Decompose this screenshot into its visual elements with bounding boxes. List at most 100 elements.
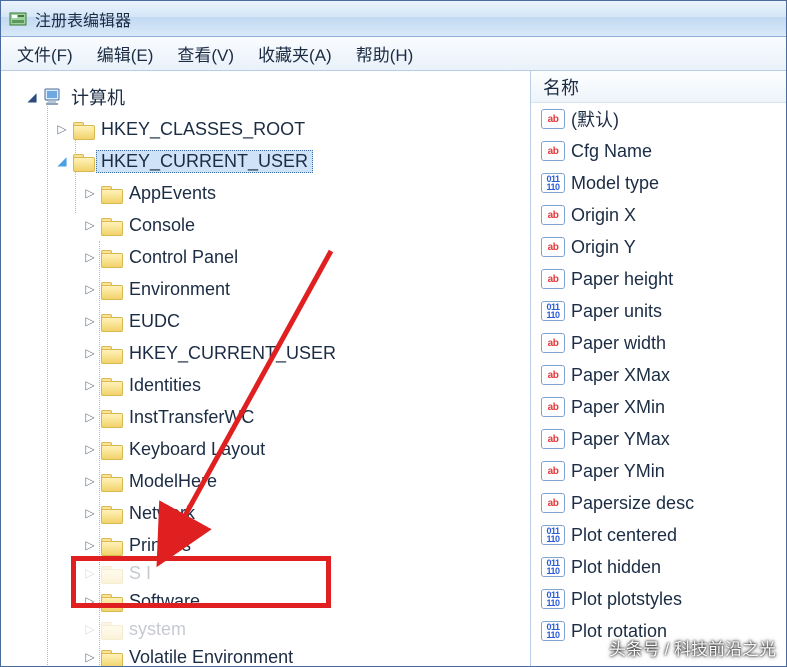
values-panel[interactable]: 名称 ab(默认)abCfg Name011 110Model typeabOr… xyxy=(531,71,786,666)
expander-icon[interactable]: ▷ xyxy=(83,442,97,456)
string-value-icon: ab xyxy=(541,461,565,481)
value-name: Origin X xyxy=(571,205,636,226)
value-row[interactable]: abCfg Name xyxy=(531,135,786,167)
value-row[interactable]: abOrigin Y xyxy=(531,231,786,263)
value-row[interactable]: abPapersize desc xyxy=(531,487,786,519)
value-row[interactable]: abPaper YMax xyxy=(531,423,786,455)
folder-icon xyxy=(101,312,123,330)
tree-root[interactable]: ◢ 计算机 xyxy=(1,81,530,113)
expander-icon[interactable]: ▷ xyxy=(83,186,97,200)
tree-child[interactable]: ▷Volatile Environment xyxy=(1,641,530,666)
value-row[interactable]: abPaper XMax xyxy=(531,359,786,391)
tree-child[interactable]: ▷Network xyxy=(1,497,530,529)
tree-child[interactable]: ▷AppEvents xyxy=(1,177,530,209)
tree-label: InstTransferWC xyxy=(129,407,254,428)
expander-icon[interactable]: ▷ xyxy=(83,506,97,520)
tree-child[interactable]: ▷ HKEY_CURRENT_USER xyxy=(1,337,530,369)
value-row[interactable]: 011 110Plot hidden xyxy=(531,551,786,583)
menu-favorites[interactable]: 收藏夹(A) xyxy=(248,37,342,70)
value-row[interactable]: abPaper YMin xyxy=(531,455,786,487)
value-row[interactable]: abPaper width xyxy=(531,327,786,359)
computer-icon xyxy=(43,88,65,106)
dword-value-icon: 011 110 xyxy=(541,301,565,321)
value-row[interactable]: 011 110 Model type xyxy=(531,167,786,199)
folder-icon xyxy=(101,620,123,638)
tree-child[interactable]: ▷Control Panel xyxy=(1,241,530,273)
value-row[interactable]: ab(默认) xyxy=(531,103,786,135)
expander-icon[interactable]: ▷ xyxy=(83,314,97,328)
value-row[interactable]: 011 110Paper units xyxy=(531,295,786,327)
value-row[interactable]: 011 110Plot centered xyxy=(531,519,786,551)
folder-icon xyxy=(101,344,123,362)
tree-hkcu[interactable]: ◢ HKEY_CURRENT_USER xyxy=(1,145,530,177)
menu-file[interactable]: 文件(F) xyxy=(7,37,83,70)
string-value-icon: ab xyxy=(541,397,565,417)
value-name: Cfg Name xyxy=(571,141,652,162)
tree-label: ModelHere xyxy=(129,471,217,492)
tree-child[interactable]: ▷Environment xyxy=(1,273,530,305)
column-header-name[interactable]: 名称 xyxy=(531,71,786,103)
value-name: Model type xyxy=(571,173,659,194)
folder-icon xyxy=(73,152,95,170)
menu-edit[interactable]: 编辑(E) xyxy=(87,37,164,70)
string-value-icon: ab xyxy=(541,109,565,129)
folder-icon xyxy=(101,440,123,458)
expander-icon[interactable]: ◢ xyxy=(25,90,39,104)
expander-icon[interactable]: ▷ xyxy=(83,378,97,392)
tree-label: Keyboard Layout xyxy=(129,439,265,460)
folder-icon xyxy=(101,536,123,554)
tree-child[interactable]: ▷ ModelHere xyxy=(1,465,530,497)
expander-icon[interactable]: ▷ xyxy=(83,282,97,296)
tree-label: HKEY_CURRENT_USER xyxy=(129,343,336,364)
menu-view[interactable]: 查看(V) xyxy=(167,37,244,70)
tree-label: Software xyxy=(129,591,200,612)
value-name: Plot rotation xyxy=(571,621,667,642)
value-row[interactable]: abOrigin X xyxy=(531,199,786,231)
folder-icon xyxy=(101,564,123,582)
tree-child[interactable]: ▷ InstTransferWC xyxy=(1,401,530,433)
tree-child[interactable]: ▷ Software xyxy=(1,585,530,617)
expander-icon[interactable]: ▷ xyxy=(83,346,97,360)
tree-label: 计算机 xyxy=(71,84,125,110)
expander-icon[interactable]: ▷ xyxy=(83,650,97,664)
tree-child[interactable]: ▷system xyxy=(1,617,530,641)
tree-child[interactable]: ▷ Console xyxy=(1,209,530,241)
tree-label: HKEY_CURRENT_USER xyxy=(96,150,313,173)
expander-icon[interactable]: ▷ xyxy=(83,474,97,488)
tree-child[interactable]: ▷EUDC xyxy=(1,305,530,337)
expander-icon[interactable]: ▷ xyxy=(83,622,97,636)
tree-hkcr[interactable]: ▷ HKEY_CLASSES_ROOT xyxy=(1,113,530,145)
expander-icon[interactable]: ▷ xyxy=(83,218,97,232)
dword-value-icon: 011 110 xyxy=(541,525,565,545)
tree-label: S I xyxy=(129,563,151,584)
value-name: Plot plotstyles xyxy=(571,589,682,610)
value-row[interactable]: 011 110Plot plotstyles xyxy=(531,583,786,615)
titlebar: 注册表编辑器 xyxy=(1,1,786,37)
tree-label: Console xyxy=(129,215,195,236)
value-row[interactable]: abPaper height xyxy=(531,263,786,295)
dword-value-icon: 011 110 xyxy=(541,173,565,193)
regedit-window: 注册表编辑器 文件(F) 编辑(E) 查看(V) 收藏夹(A) 帮助(H) ◢ … xyxy=(0,0,787,667)
expander-icon[interactable]: ▷ xyxy=(83,594,97,608)
expander-icon[interactable]: ▷ xyxy=(55,122,69,136)
string-value-icon: ab xyxy=(541,237,565,257)
menu-help[interactable]: 帮助(H) xyxy=(346,37,424,70)
folder-icon xyxy=(101,216,123,234)
tree-child[interactable]: ▷ S I xyxy=(1,561,530,585)
expander-icon[interactable]: ◢ xyxy=(55,154,69,168)
tree-child[interactable]: ▷Printers xyxy=(1,529,530,561)
expander-icon[interactable]: ▷ xyxy=(83,250,97,264)
value-row[interactable]: ab Paper XMin xyxy=(531,391,786,423)
value-name: Paper YMax xyxy=(571,429,670,450)
value-name: Paper XMin xyxy=(571,397,665,418)
expander-icon[interactable]: ▷ xyxy=(83,566,97,580)
folder-icon xyxy=(101,184,123,202)
value-row[interactable]: 011 110Plot rotation xyxy=(531,615,786,647)
folder-icon xyxy=(101,280,123,298)
expander-icon[interactable]: ▷ xyxy=(83,538,97,552)
expander-icon[interactable]: ▷ xyxy=(83,410,97,424)
tree-child[interactable]: ▷ Keyboard Layout xyxy=(1,433,530,465)
body: ◢ 计算机 ▷ HKEY_CLASSES_ROOT ◢ HKEY_CURRENT… xyxy=(1,71,786,666)
tree-child[interactable]: ▷Identities xyxy=(1,369,530,401)
tree-panel[interactable]: ◢ 计算机 ▷ HKEY_CLASSES_ROOT ◢ HKEY_CURRENT… xyxy=(1,71,531,666)
